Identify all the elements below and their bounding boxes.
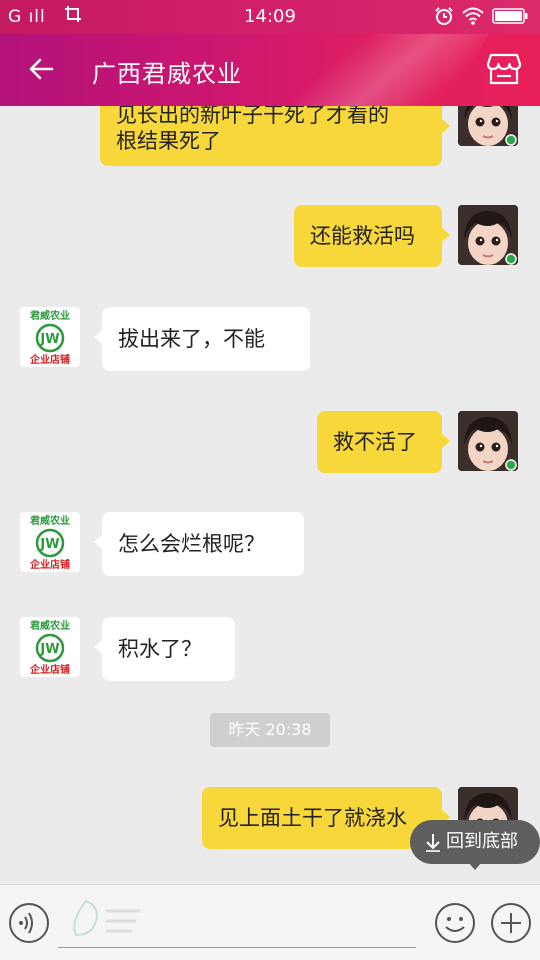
battery-icon bbox=[492, 8, 528, 24]
child-portrait-icon bbox=[458, 411, 518, 471]
shop-logo-icon: 君威农业 JW 企业店铺 bbox=[20, 512, 80, 572]
message-bubble[interactable]: 拔出来了，不能 bbox=[94, 307, 310, 371]
message-text: 见长出的新叶子干死了才看的 bbox=[116, 106, 389, 127]
message-bubble[interactable]: 还能救活吗 bbox=[294, 205, 450, 267]
back-arrow-icon[interactable] bbox=[26, 54, 56, 84]
title-bar-decoration bbox=[259, 34, 501, 106]
my-avatar[interactable] bbox=[458, 106, 518, 146]
more-actions-icon[interactable] bbox=[490, 902, 532, 944]
store-icon[interactable] bbox=[486, 52, 522, 86]
message-text: 拔出来了，不能 bbox=[118, 327, 265, 351]
shop-avatar[interactable]: 君威农业 JW 企业店铺 bbox=[20, 512, 80, 572]
shop-logo-bottom: 企业店铺 bbox=[29, 558, 70, 571]
emoji-icon[interactable] bbox=[434, 902, 476, 944]
shop-logo-monogram: JW bbox=[39, 642, 59, 657]
message-bubble[interactable]: 救不活了 bbox=[317, 411, 450, 473]
status-bar: G ıll 14:09 bbox=[0, 0, 540, 34]
message-text: 还能救活吗 bbox=[310, 224, 415, 248]
back-to-bottom-label: 回到底部 bbox=[446, 831, 518, 852]
shop-avatar[interactable]: 君威农业 JW 企业店铺 bbox=[20, 307, 80, 367]
message-text: 见上面土干了就浇水 bbox=[218, 806, 407, 830]
alarm-icon bbox=[435, 7, 453, 25]
shop-logo-bottom: 企业店铺 bbox=[29, 663, 70, 676]
shop-logo-top: 君威农业 bbox=[30, 619, 70, 632]
back-to-bottom-button[interactable]: 回到底部 bbox=[410, 820, 540, 870]
page-title: 广西君威农业 bbox=[92, 60, 242, 88]
message-bubble[interactable]: 见长出的新叶子干死了才看的 根结果死了 bbox=[100, 106, 450, 166]
message-input-field[interactable] bbox=[58, 893, 416, 948]
wifi-icon bbox=[462, 7, 484, 25]
my-avatar[interactable] bbox=[458, 411, 518, 471]
message-input[interactable] bbox=[84, 903, 408, 939]
shop-logo-bottom: 企业店铺 bbox=[29, 353, 70, 366]
shop-logo-monogram: JW bbox=[39, 332, 59, 347]
child-portrait-icon bbox=[458, 106, 518, 146]
shop-logo-top: 君威农业 bbox=[30, 514, 70, 527]
shop-logo-icon: 君威农业 JW 企业店铺 bbox=[20, 617, 80, 677]
title-bar: 广西君威农业 bbox=[0, 34, 540, 106]
tooltip-tail bbox=[468, 862, 482, 870]
arrow-down-icon bbox=[426, 834, 440, 852]
shop-avatar[interactable]: 君威农业 JW 企业店铺 bbox=[20, 617, 80, 677]
message-text: 积水了？ bbox=[118, 637, 202, 661]
shop-logo-icon: 君威农业 JW 企业店铺 bbox=[20, 307, 80, 367]
message-text: 救不活了 bbox=[333, 430, 417, 454]
message-timestamp: 昨天 20:38 bbox=[210, 713, 330, 747]
message-text: 根结果死了 bbox=[116, 129, 221, 153]
shop-logo-top: 君威农业 bbox=[30, 309, 70, 322]
voice-input-icon[interactable] bbox=[8, 902, 50, 944]
status-time: 14:09 bbox=[244, 6, 296, 27]
message-bubble[interactable]: 积水了？ bbox=[94, 617, 235, 681]
chat-messages[interactable]: 见长出的新叶子干死了才看的 根结果死了 还能救活吗 君威农业 JW 企业店铺 拔… bbox=[0, 106, 540, 884]
my-avatar[interactable] bbox=[458, 205, 518, 265]
message-text: 怎么会烂根呢？ bbox=[118, 532, 265, 556]
message-bubble[interactable]: 见上面土干了就浇水 bbox=[202, 787, 450, 849]
message-bubble[interactable]: 怎么会烂根呢？ bbox=[94, 512, 304, 576]
input-bar bbox=[0, 884, 540, 960]
child-portrait-icon bbox=[458, 205, 518, 265]
shop-logo-monogram: JW bbox=[39, 537, 59, 552]
